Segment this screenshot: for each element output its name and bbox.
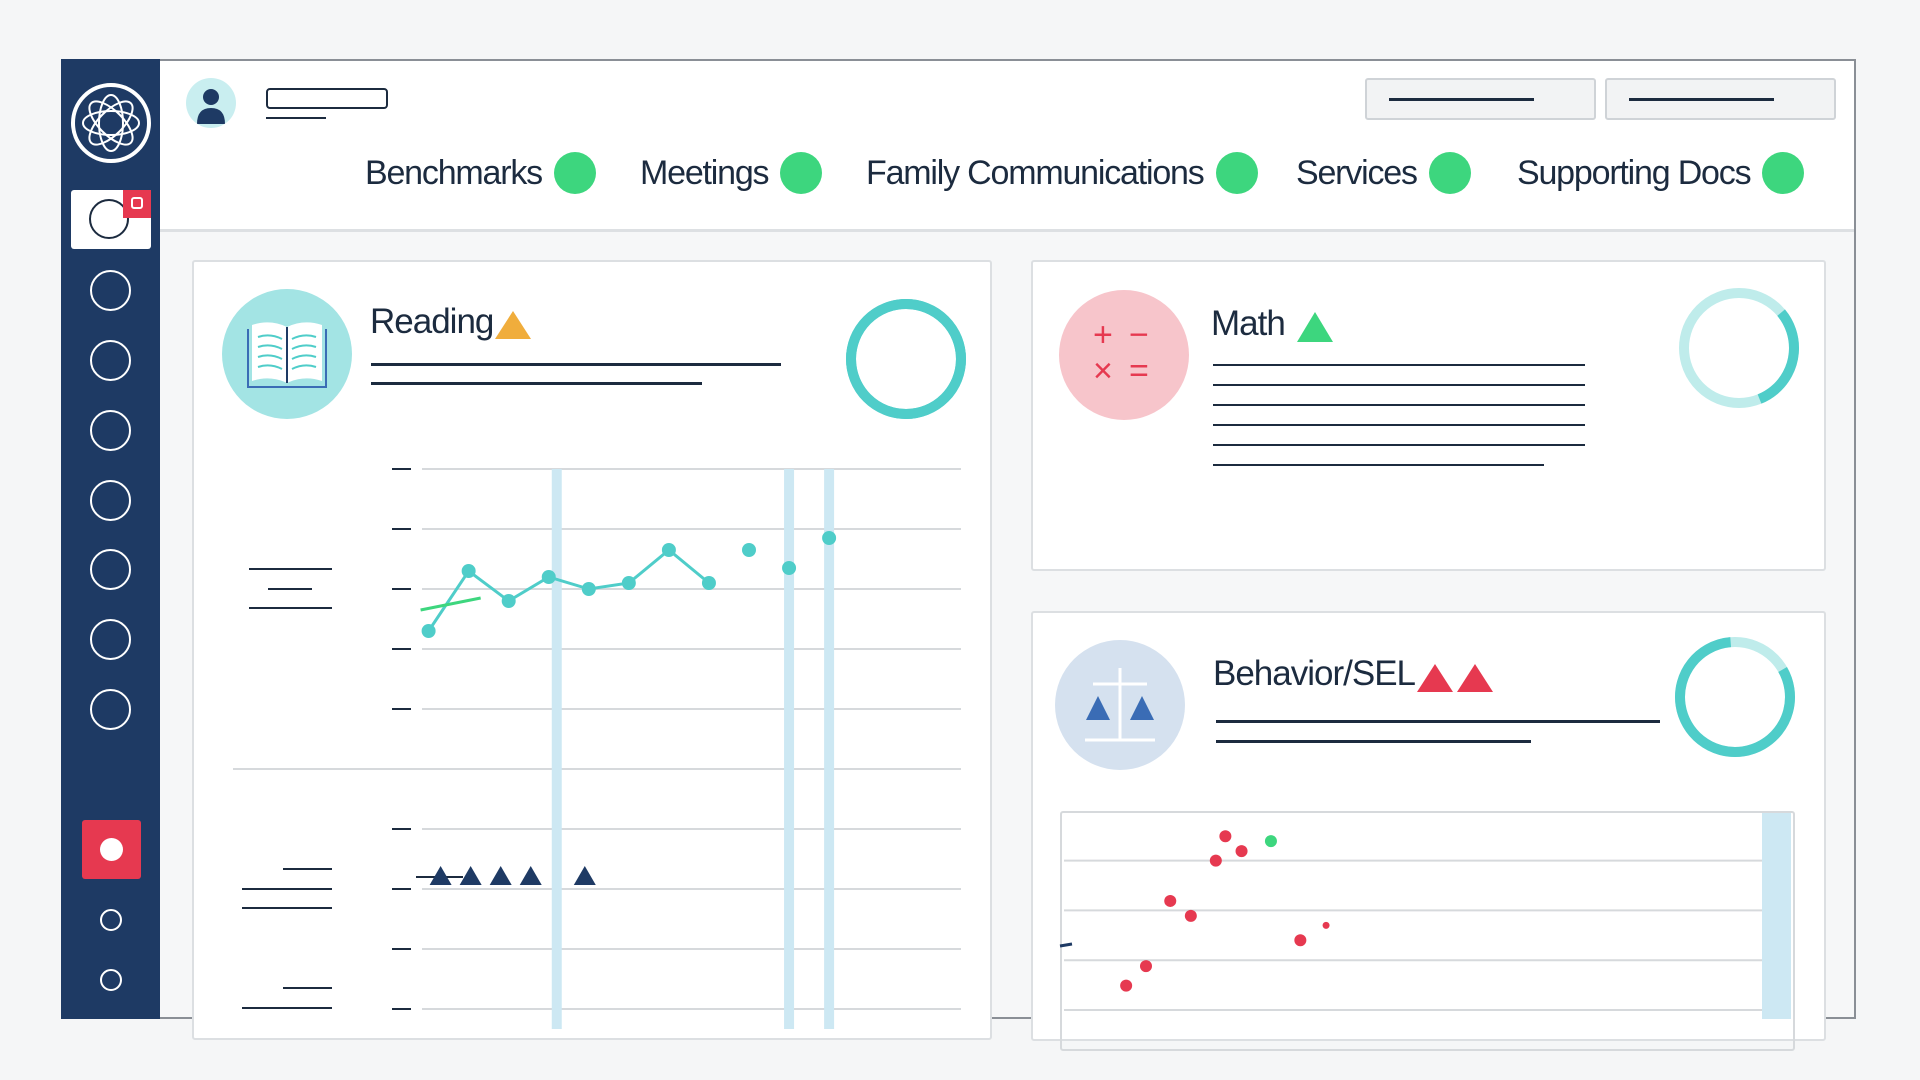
plus-symbol: + — [1093, 316, 1113, 354]
top-button-1[interactable] — [1365, 78, 1596, 120]
text-line — [1213, 424, 1585, 426]
tab-label: Meetings — [640, 153, 770, 192]
times-symbol: × — [1093, 352, 1113, 390]
sidebar — [61, 59, 160, 1019]
sidebar-item-1[interactable] — [90, 270, 131, 311]
text-line — [1213, 384, 1585, 386]
sidebar-item-6[interactable] — [90, 619, 131, 660]
open-book-icon — [222, 289, 352, 419]
record-button[interactable] — [82, 820, 141, 879]
text-line — [371, 363, 781, 366]
behavior-chart-frame — [1060, 811, 1795, 1051]
tab-label: Services — [1296, 153, 1418, 192]
sidebar-item-5[interactable] — [90, 549, 131, 590]
header — [160, 61, 1854, 232]
text-line — [1213, 464, 1544, 466]
status-dot — [1762, 152, 1805, 194]
tab-benchmarks[interactable]: Benchmarks — [365, 152, 596, 194]
reading-title: Reading — [370, 302, 494, 341]
sidebar-small-item-1[interactable] — [100, 909, 122, 931]
status-dot — [780, 152, 823, 194]
legend-line — [242, 907, 332, 909]
math-operators-icon: + − × = — [1059, 290, 1189, 420]
text-line — [1216, 740, 1531, 743]
text-line — [1213, 364, 1585, 366]
status-dot — [1428, 152, 1471, 194]
sidebar-item-7[interactable] — [90, 689, 131, 730]
avatar[interactable] — [186, 78, 236, 128]
warning-triangle-icon — [495, 311, 531, 339]
minus-symbol: − — [1129, 316, 1149, 354]
atom-logo-icon[interactable] — [71, 83, 151, 163]
alert-triangle-icon — [1457, 664, 1493, 692]
status-dot — [553, 152, 596, 194]
status-dot — [1215, 152, 1258, 194]
legend-line — [268, 588, 312, 590]
tab-label: Family Communications — [866, 153, 1205, 192]
sidebar-item-active[interactable] — [71, 190, 151, 249]
tab-label: Benchmarks — [365, 153, 543, 192]
user-icon — [197, 89, 225, 124]
text-line — [1213, 404, 1585, 406]
user-subtitle-placeholder — [266, 117, 326, 119]
equals-symbol: = — [1129, 352, 1149, 390]
sidebar-item-3[interactable] — [90, 410, 131, 451]
balance-scale-icon — [1055, 640, 1185, 770]
sidebar-small-item-2[interactable] — [100, 969, 122, 991]
alert-triangle-icon — [1417, 664, 1453, 692]
tab-supporting-docs[interactable]: Supporting Docs — [1517, 152, 1805, 194]
user-name-placeholder — [266, 88, 388, 109]
text-line — [1213, 444, 1585, 446]
behavior-title: Behavior/SEL — [1213, 654, 1416, 693]
text-line — [371, 382, 702, 385]
legend-line — [283, 868, 332, 870]
record-icon — [100, 838, 123, 861]
triangle-green-icon — [1297, 312, 1333, 342]
legend-line — [242, 1007, 332, 1009]
sidebar-item-4[interactable] — [90, 480, 131, 521]
tab-meetings[interactable]: Meetings — [640, 152, 823, 194]
tab-services[interactable]: Services — [1296, 152, 1471, 194]
top-button-2[interactable] — [1605, 78, 1836, 120]
math-title: Math — [1211, 304, 1286, 343]
legend-line — [249, 568, 332, 570]
tab-family-communications[interactable]: Family Communications — [866, 152, 1258, 194]
legend-line — [283, 987, 332, 989]
text-line — [1216, 720, 1660, 723]
tab-label: Supporting Docs — [1517, 153, 1752, 192]
notification-badge — [123, 190, 151, 218]
legend-line — [242, 888, 332, 890]
legend-line — [249, 607, 332, 609]
sidebar-item-2[interactable] — [90, 340, 131, 381]
